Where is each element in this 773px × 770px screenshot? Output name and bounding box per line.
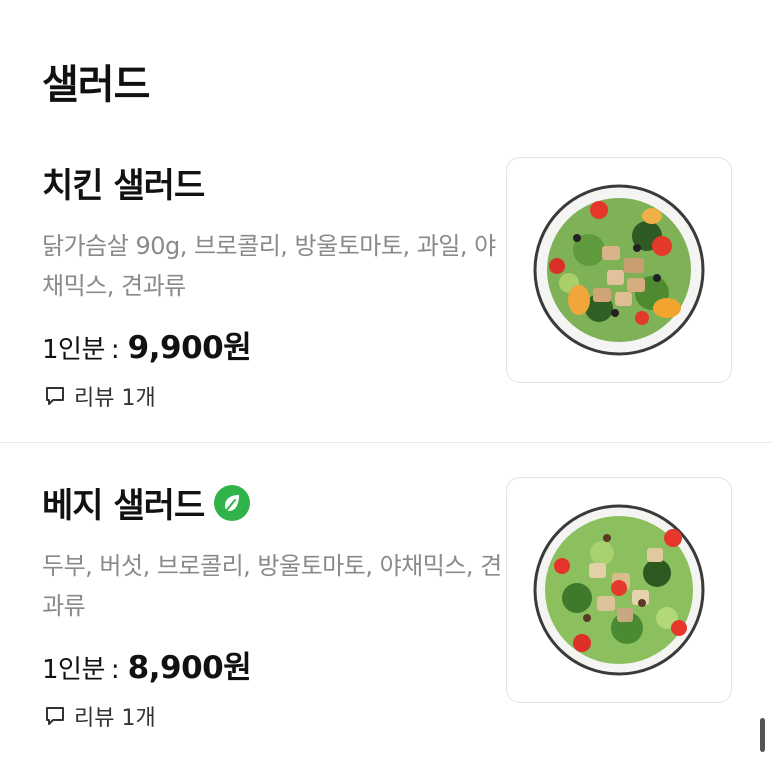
item-photo[interactable]	[506, 477, 732, 703]
page-title: 샐러드	[42, 62, 150, 108]
price-value: 9,900원	[127, 330, 252, 366]
scrollbar-thumb[interactable]	[760, 718, 765, 752]
price-row: 1인분 : 8,900원	[42, 642, 252, 687]
speech-bubble-icon	[46, 707, 64, 725]
price-label: 1인분	[42, 655, 105, 685]
review-count: 리뷰 1개	[74, 386, 156, 411]
menu-item-chicken-salad[interactable]: 치킨 샐러드 닭가슴살 90g, 브로콜리, 방울토마토, 과일, 야채믹스, …	[0, 150, 773, 450]
item-photo[interactable]	[506, 157, 732, 383]
review-link[interactable]: 리뷰 1개	[44, 380, 156, 412]
item-description: 두부, 버섯, 브로콜리, 방울토마토, 야채믹스, 견과류	[42, 552, 502, 620]
price-value: 8,900원	[127, 650, 252, 686]
price-separator: :	[110, 655, 120, 685]
item-name-text: 베지 샐러드	[42, 486, 205, 526]
section-divider	[0, 442, 773, 443]
menu-item-veggie-salad[interactable]: 베지 샐러드 두부, 버섯, 브로콜리, 방울토마토, 야채믹스, 견과류 1인…	[0, 470, 773, 770]
speech-bubble-icon	[46, 387, 64, 405]
vegan-leaf-icon	[214, 484, 251, 521]
price-label: 1인분	[42, 335, 105, 365]
veggie-salad-photo	[533, 504, 705, 676]
item-name-text: 치킨 샐러드	[42, 166, 205, 206]
item-name: 치킨 샐러드	[42, 158, 205, 207]
price-row: 1인분 : 9,900원	[42, 322, 252, 367]
chicken-salad-photo	[533, 184, 705, 356]
review-link[interactable]: 리뷰 1개	[44, 700, 156, 732]
item-name: 베지 샐러드	[42, 478, 251, 527]
review-count: 리뷰 1개	[74, 706, 156, 731]
item-description: 닭가슴살 90g, 브로콜리, 방울토마토, 과일, 야채믹스, 견과류	[42, 232, 496, 300]
price-separator: :	[110, 335, 120, 365]
